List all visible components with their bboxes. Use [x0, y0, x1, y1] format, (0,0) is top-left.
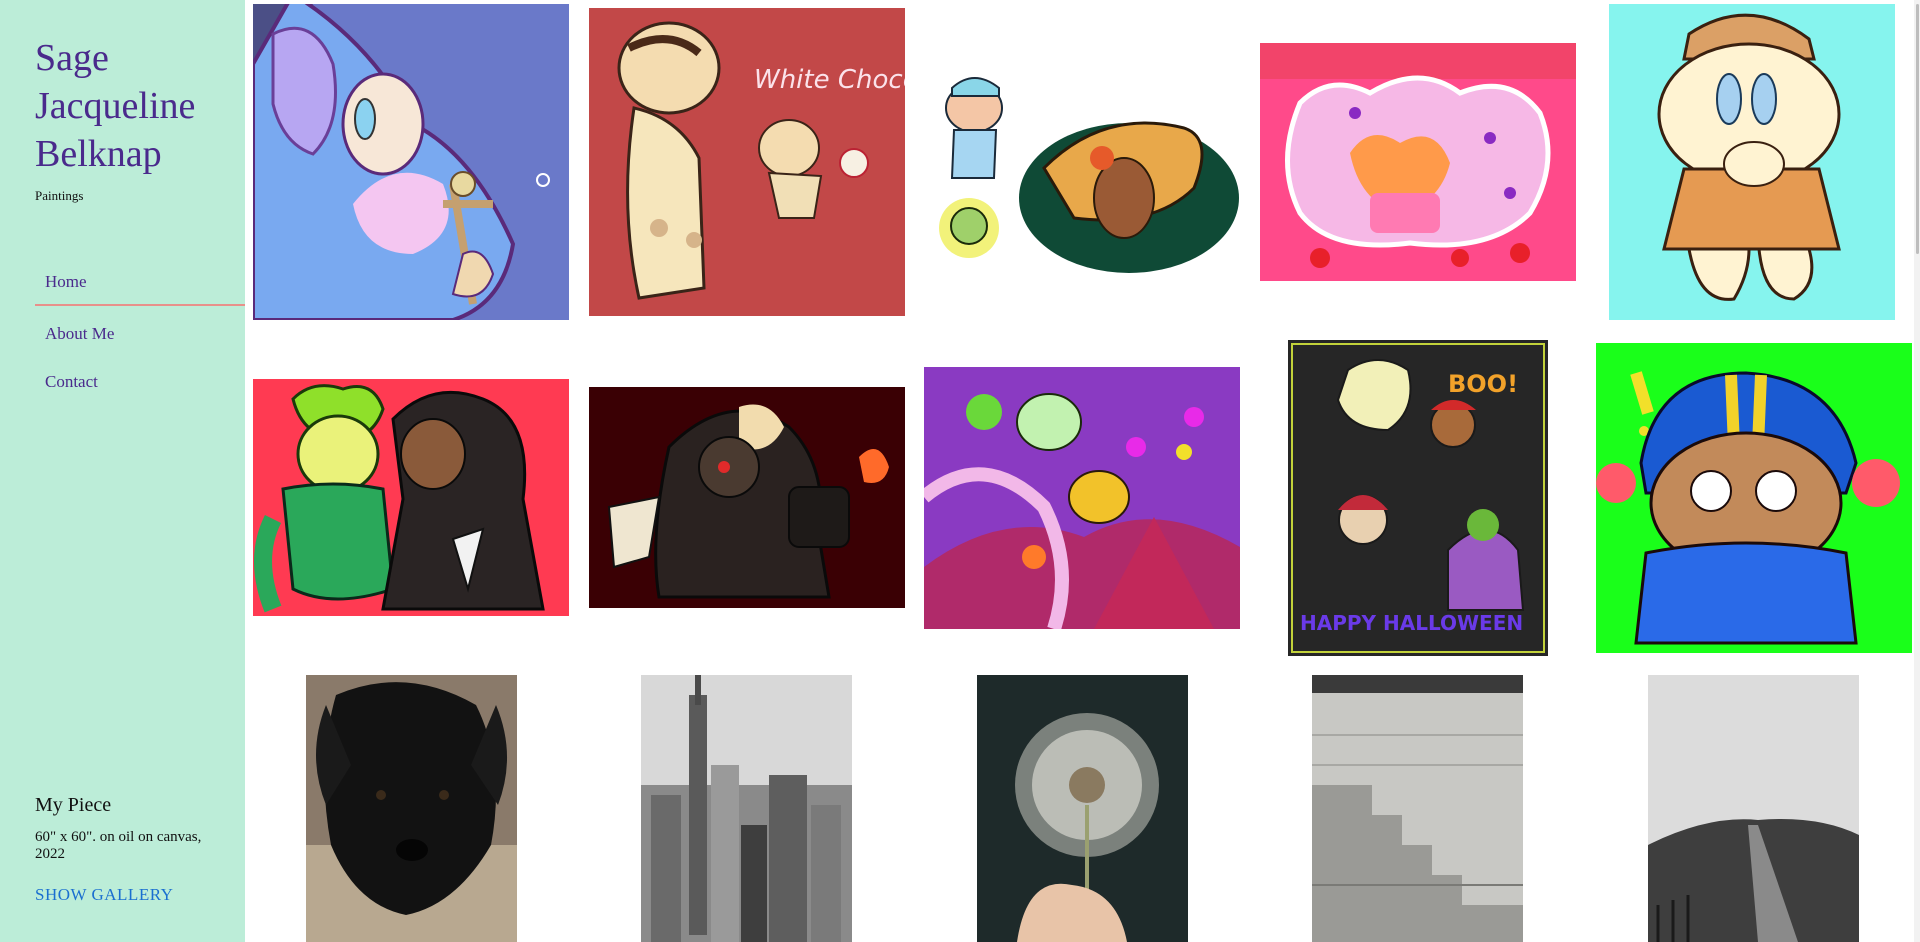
hill-path-photo: [1648, 675, 1859, 942]
nav-item-about-me[interactable]: About Me: [35, 310, 245, 358]
gallery-tile-hill-path[interactable]: [1648, 675, 1859, 942]
nav-item-home[interactable]: Home: [35, 258, 245, 306]
gallery-tile-pastel-character[interactable]: [253, 4, 569, 320]
scrollbar-thumb[interactable]: [1916, 4, 1919, 254]
site-title[interactable]: Sage Jacqueline Belknap: [35, 34, 235, 178]
dark-knight-cookie-artwork: [589, 387, 905, 608]
halloween-text: HAPPY HALLOWEEN: [1300, 611, 1523, 635]
site-subtitle: Paintings: [35, 188, 84, 203]
pink-hearts-cloud-artwork: [1260, 43, 1576, 281]
happy-halloween-artwork: BOO! HAPPY HALLOWEEN: [1288, 340, 1548, 656]
green-and-dark-duo-artwork: [253, 379, 569, 616]
boo-text: BOO!: [1448, 370, 1518, 398]
gallery-tile-mushroom-cookie[interactable]: [1609, 4, 1895, 320]
gallery-tile-white-chocolate[interactable]: White Chocolate: [589, 8, 905, 316]
gallery-tile-city-skyline[interactable]: [641, 675, 852, 942]
gallery-tile-dark-knight[interactable]: [589, 387, 905, 608]
city-skyline-photo: [641, 675, 852, 942]
show-gallery-link[interactable]: SHOW GALLERY: [35, 885, 173, 904]
white-chocolate-cookie-artwork: White Chocolate: [589, 8, 905, 316]
gallery-tile-carnival-rollercoaster[interactable]: [924, 367, 1240, 629]
piece-description: 60" x 60". on oil on canvas, 2022: [35, 829, 202, 862]
page-scrollbar[interactable]: [1914, 0, 1920, 942]
gallery-tile-stone-wall[interactable]: [1312, 675, 1523, 942]
black-puppy-photo: [306, 675, 517, 942]
sidebar: Sage Jacqueline Belknap Paintings Home A…: [0, 0, 245, 942]
gallery-tile-dandelion[interactable]: [977, 675, 1188, 942]
dandelion-photo: [977, 675, 1188, 942]
piece-title: My Piece: [35, 794, 112, 816]
piece-info: My Piece 60" x 60". on oil on canvas, 20…: [35, 794, 235, 905]
gallery-tile-helmet-cookie[interactable]: [1596, 343, 1912, 653]
gallery-tile-fish-and-cookies[interactable]: [924, 48, 1240, 276]
nav-item-contact[interactable]: Contact: [35, 358, 245, 406]
stone-wall-stairs-photo: [1312, 675, 1523, 942]
carnival-rollercoaster-artwork: [924, 367, 1240, 629]
fish-and-cookies-artwork: [924, 48, 1240, 276]
gallery-tile-happy-halloween[interactable]: BOO! HAPPY HALLOWEEN: [1288, 340, 1548, 656]
pastel-character-artwork: [253, 4, 569, 320]
gallery-tile-pink-hearts[interactable]: [1260, 43, 1576, 281]
handwritten-title: White Chocolate: [754, 65, 905, 95]
main-nav: Home About Me Contact: [35, 258, 245, 406]
mushroom-cookie-artwork: [1609, 4, 1895, 320]
helmet-cookie-artwork: [1596, 343, 1912, 653]
gallery-tile-black-puppy[interactable]: [306, 675, 517, 942]
gallery-tile-green-and-dark-duo[interactable]: [253, 379, 569, 616]
